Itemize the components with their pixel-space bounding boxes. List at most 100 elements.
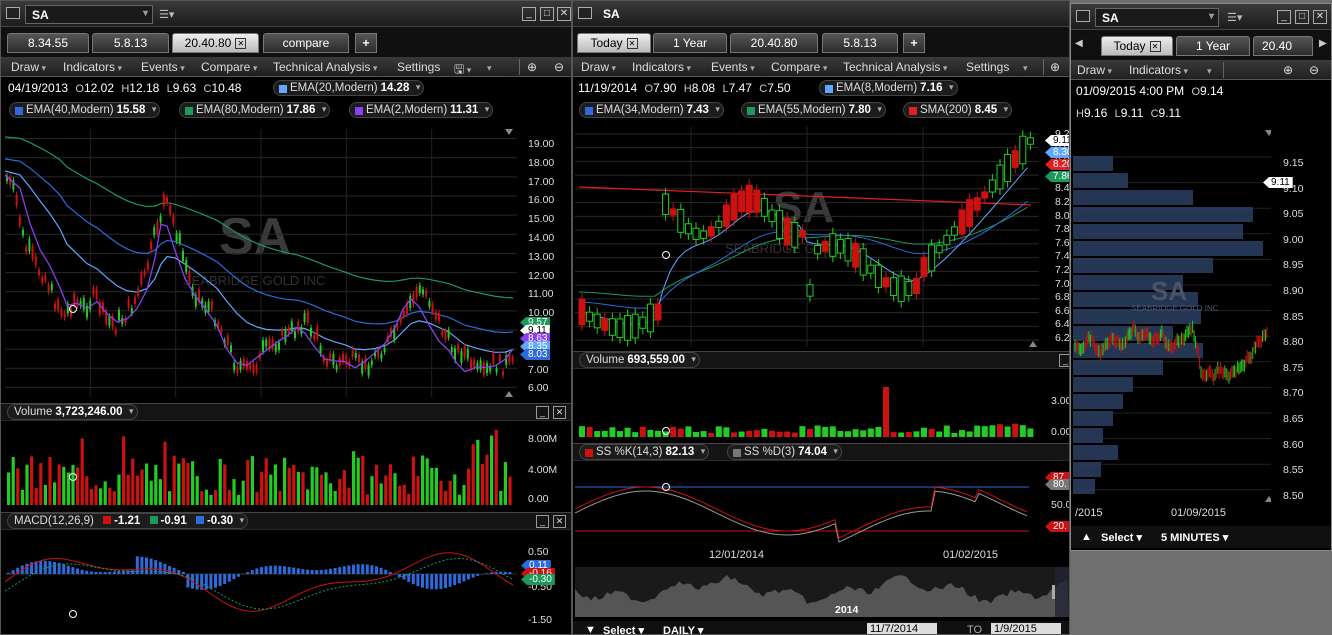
- period-dropdown[interactable]: DAILY ▾: [663, 624, 703, 634]
- study-pill-ema80[interactable]: EMA(80,Modern) 17.86: [179, 102, 331, 118]
- tab-20-40-80[interactable]: 20.40.80: [730, 33, 818, 53]
- study-pill-ema8[interactable]: EMA(8,Modern) 7.16: [819, 80, 958, 96]
- zoom-in-icon[interactable]: ⊕: [1050, 60, 1060, 74]
- volume-bar: [34, 487, 38, 505]
- list-menu-icon[interactable]: ☰▾: [159, 8, 174, 21]
- close-button[interactable]: ✕: [1313, 10, 1327, 24]
- symbol-input[interactable]: SA ▾: [25, 5, 153, 24]
- zoom-out-icon[interactable]: ⊖: [554, 60, 564, 74]
- menu-technical-analysis[interactable]: Technical Analysis: [843, 60, 947, 74]
- macd-plot[interactable]: [5, 532, 517, 632]
- list-menu-icon[interactable]: ☰▾: [1227, 11, 1242, 24]
- volume-axis-label: 4.00M: [528, 464, 558, 476]
- price-tag: 8.30: [1045, 147, 1069, 158]
- price-axis-label: 15.00: [528, 213, 555, 226]
- collapse-icon[interactable]: ▲: [1081, 531, 1092, 543]
- chevron-down-icon[interactable]: ▾: [143, 8, 148, 19]
- menu-indicators[interactable]: Indicators: [63, 60, 122, 74]
- menu-technical-analysis[interactable]: Technical Analysis: [273, 60, 377, 74]
- price-plot[interactable]: [5, 129, 517, 397]
- select-dropdown[interactable]: Select ▾: [603, 624, 644, 634]
- tab-20-40-80[interactable]: 20.40.80 ✕: [172, 33, 259, 53]
- tab-5-8-13[interactable]: 5.8.13: [822, 33, 898, 53]
- tab-1-year[interactable]: 1 Year: [1176, 36, 1250, 56]
- symbol-input[interactable]: SA ▾: [1095, 8, 1219, 27]
- from-date-field[interactable]: 11/7/2014: [867, 623, 937, 634]
- zoom-in-icon[interactable]: ⊕: [1283, 63, 1293, 77]
- save-icon[interactable]: 🖫: [454, 60, 471, 81]
- menu-events[interactable]: Events: [141, 60, 185, 74]
- stoch-k-pill[interactable]: SS %K(14,3) 82.13: [579, 444, 710, 460]
- minimize-pane-button[interactable]: _: [1059, 354, 1069, 367]
- minimize-pane-button[interactable]: _: [536, 406, 549, 419]
- price-plot[interactable]: [575, 127, 1039, 347]
- stoch-d-pill[interactable]: SS %D(3) 74.04: [727, 444, 842, 460]
- more-menu-icon[interactable]: [487, 60, 492, 74]
- period-dropdown[interactable]: 5 MINUTES ▾: [1161, 531, 1228, 544]
- more-menu-icon[interactable]: [1023, 60, 1028, 74]
- volume-pill[interactable]: Volume 3,723,246.00: [7, 404, 138, 420]
- stochastic-plot[interactable]: [575, 463, 1039, 543]
- close-pane-button[interactable]: ✕: [553, 406, 566, 419]
- high-value: 9.16: [1083, 106, 1108, 120]
- volume-plot[interactable]: [5, 423, 517, 507]
- add-tab-button[interactable]: +: [903, 33, 925, 53]
- candle: [438, 312, 440, 321]
- menu-settings[interactable]: Settings: [966, 60, 1009, 74]
- candle: [586, 311, 594, 322]
- study-pill-sma200[interactable]: SMA(200) 8.45: [903, 102, 1013, 118]
- minimize-pane-button[interactable]: _: [536, 515, 549, 528]
- menu-draw[interactable]: Draw: [11, 60, 46, 74]
- maximize-button[interactable]: □: [540, 7, 554, 21]
- volume-plot[interactable]: [575, 371, 1039, 439]
- navigator-plot[interactable]: [575, 567, 1069, 617]
- study-pill-ema55[interactable]: EMA(55,Modern) 7.80: [741, 102, 886, 118]
- scroll-tabs-right-icon[interactable]: ▶: [1319, 38, 1327, 49]
- macd-pill[interactable]: MACD(12,26,9) -1.21 -0.91 -0.30: [7, 513, 249, 529]
- menu-compare[interactable]: Compare: [771, 60, 827, 74]
- close-tab-icon[interactable]: ✕: [626, 38, 638, 50]
- tab-20-40[interactable]: 20.40: [1253, 36, 1313, 56]
- close-tab-icon[interactable]: ✕: [235, 38, 247, 50]
- volume-bar: [1019, 425, 1026, 437]
- tab-today[interactable]: Today ✕: [577, 33, 651, 53]
- close-pane-button[interactable]: ✕: [553, 515, 566, 528]
- menu-indicators[interactable]: Indicators: [632, 60, 691, 74]
- more-menu-icon[interactable]: [1207, 63, 1212, 77]
- tab-compare[interactable]: compare: [263, 33, 349, 53]
- macd-histogram-bar: [85, 570, 89, 574]
- minimize-button[interactable]: _: [1277, 10, 1291, 24]
- chevron-down-icon[interactable]: ▾: [1209, 11, 1214, 22]
- study-pill-ema34[interactable]: EMA(34,Modern) 7.43: [579, 102, 724, 118]
- tab-today[interactable]: Today ✕: [1101, 36, 1173, 56]
- tab-5-8-13[interactable]: 5.8.13: [92, 33, 169, 53]
- minimize-button[interactable]: _: [522, 7, 536, 21]
- close-tab-icon[interactable]: ✕: [1149, 41, 1161, 53]
- maximize-button[interactable]: □: [1295, 10, 1309, 24]
- menu-events[interactable]: Events: [711, 60, 755, 74]
- add-tab-button[interactable]: +: [355, 33, 377, 53]
- menu-settings[interactable]: Settings: [397, 60, 440, 74]
- tab-1-year[interactable]: 1 Year: [653, 33, 727, 53]
- collapse-icon[interactable]: ▼: [585, 624, 596, 634]
- study-pill-ema40[interactable]: EMA(40,Modern) 15.58: [9, 102, 161, 118]
- select-dropdown[interactable]: Select ▾: [1101, 531, 1142, 544]
- study-pill-ema20[interactable]: EMA(20,Modern) 14.28: [273, 80, 425, 96]
- macd-histogram-bar: [273, 565, 277, 574]
- scroll-tabs-left-icon[interactable]: ◀: [1075, 38, 1083, 49]
- menu-indicators[interactable]: Indicators: [1129, 63, 1188, 77]
- volume-pill[interactable]: Volume 693,559.00: [579, 352, 700, 368]
- zoom-out-icon[interactable]: ⊖: [1309, 63, 1319, 77]
- macd-histogram-bar: [287, 566, 291, 574]
- zoom-in-icon[interactable]: ⊕: [527, 60, 537, 74]
- close-button[interactable]: ✕: [557, 7, 571, 21]
- intraday-price-plot[interactable]: [1073, 130, 1271, 502]
- menu-draw[interactable]: Draw: [1077, 63, 1112, 77]
- price-axis-label: 8.90: [1283, 285, 1304, 297]
- symbol-watermark: SA: [1151, 276, 1188, 306]
- to-date-field[interactable]: 1/9/2015: [991, 623, 1061, 634]
- study-pill-ema2[interactable]: EMA(2,Modern) 11.31: [349, 102, 494, 118]
- tab-8-34-55[interactable]: 8.34.55: [7, 33, 89, 53]
- menu-compare[interactable]: Compare: [201, 60, 257, 74]
- menu-draw[interactable]: Draw: [581, 60, 616, 74]
